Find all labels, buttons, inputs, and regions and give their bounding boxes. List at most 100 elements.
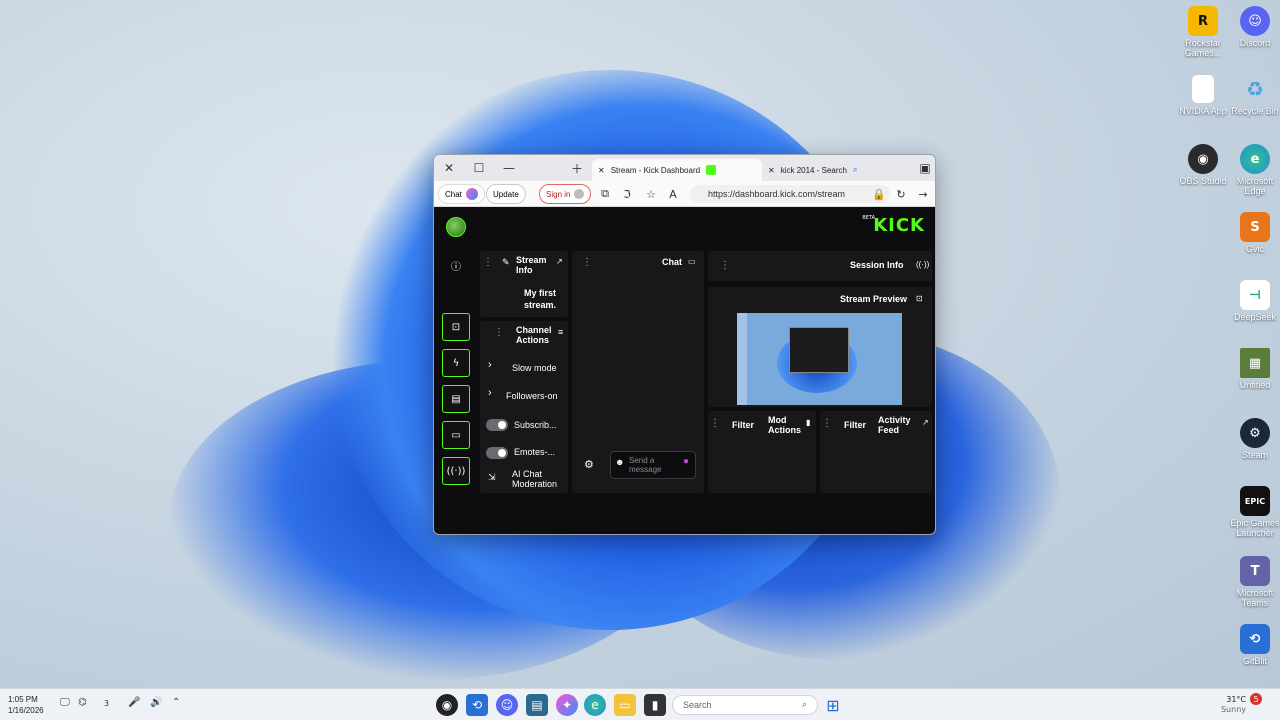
desktop: ☺ Discord R Rockstar Games... ♻ Recycle … (0, 0, 1280, 688)
desktop-icon-deepseek[interactable]: ⊣ DeepSeek (1225, 280, 1280, 322)
desktop-icon-steam[interactable]: ⚙ Steam (1225, 418, 1280, 460)
clock[interactable]: 1:05 PM 1/16/2026 (8, 694, 44, 716)
menu-dots-icon[interactable]: ⋮ (582, 257, 592, 268)
desktop-icon-obs[interactable]: ◉ OBS Studio (1173, 144, 1233, 186)
emoji-icon[interactable]: ☻ (615, 458, 624, 467)
document-icon[interactable]: ▤ (442, 385, 470, 413)
subscribers-toggle[interactable] (486, 419, 508, 431)
mod-actions-panel: ⋮ Filter Mod Actions ▮ (708, 411, 816, 493)
new-tab-button[interactable]: ＋ (562, 155, 592, 181)
taskbar-app-gitblit[interactable]: ⟲ (466, 694, 488, 716)
favorites-icon[interactable]: ☆ (642, 185, 660, 203)
desktop-icon-recycle-bin[interactable]: ♻ Recycle Bin (1225, 74, 1280, 116)
close-tab-icon[interactable]: ✕ (598, 166, 605, 175)
taskbar-app-store[interactable]: ▤ (526, 694, 548, 716)
broadcast-icon[interactable]: ((·)) (442, 457, 470, 485)
teams-icon: T (1240, 556, 1270, 586)
taskbar-app-terminal[interactable]: ▮ (644, 694, 666, 716)
maximize-window-button[interactable]: ☐ (464, 155, 494, 181)
network-icon[interactable]: ⌬ (78, 697, 87, 708)
tab-bar: ✕ ☐ — ＋ ✕ Stream - Kick Dashboard ✕ kick… (434, 155, 935, 181)
menu-dots-icon[interactable]: ⋮ (822, 418, 832, 429)
refresh-icon[interactable]: ↻ (892, 185, 910, 203)
taskbar: 1:05 PM 1/16/2026 🖵 ⌬ 3 🎤 🔊 ⌃ ◉ ⟲ ☺ ▤ ✦ … (0, 688, 1280, 720)
menu-dots-icon[interactable]: ⋮ (494, 327, 504, 338)
channel-actions-panel: ⋮ Channel Actions ≡ › Slow mode › Follow… (480, 321, 568, 493)
menu-dots-icon[interactable]: ⋮ (710, 418, 720, 429)
taskbar-search[interactable]: Search ⌕ (672, 695, 818, 715)
desktop-icon-nvidia[interactable]: NVIDIA App (1173, 74, 1233, 116)
desktop-icon-rockstar[interactable]: R Rockstar Games... (1173, 6, 1233, 58)
close-tab-icon[interactable]: ✕ (768, 166, 775, 175)
chevron-up-icon[interactable]: ⌃ (172, 697, 180, 708)
taskbar-app-copilot[interactable]: ✦ (556, 694, 578, 716)
edit-icon[interactable]: ✎ (502, 257, 510, 268)
pin-icon: ↗ (922, 418, 929, 427)
start-button[interactable]: ⊞ (822, 694, 844, 716)
back-icon[interactable]: → (914, 185, 932, 203)
taskbar-app-edge[interactable]: e (584, 694, 606, 716)
menu-dots-icon[interactable]: ⋮ (483, 257, 493, 268)
browser-window: ✕ ☐ — ＋ ✕ Stream - Kick Dashboard ✕ kick… (433, 154, 936, 535)
read-aloud-icon[interactable]: A (664, 185, 682, 203)
session-info-panel: ⋮ Session Info ((·)) (708, 251, 932, 281)
desktop-icon-epic-games[interactable]: EPIC Epic Games Launcher (1225, 486, 1280, 538)
activity-feed-panel: ⋮ Filter Activity Feed ↗ (820, 411, 932, 493)
taskbar-app-obs[interactable]: ◉ (436, 694, 458, 716)
microphone-icon[interactable]: 🎤 (128, 697, 140, 708)
taskbar-app-explorer[interactable]: ▭ (614, 694, 636, 716)
preview-icon[interactable]: ⊡ (442, 313, 470, 341)
menu-dots-icon[interactable]: ⋮ (720, 260, 730, 271)
tab-actions-icon[interactable]: ▣ (910, 155, 935, 181)
extensions-icon[interactable]: ⧉ (596, 185, 614, 203)
copilot-icon (465, 188, 478, 200)
desktop-icon-gvlc[interactable]: S Gvlc (1225, 212, 1280, 254)
chevron-icon: › (488, 387, 492, 399)
deepseek-icon: ⊣ (1240, 280, 1270, 310)
weather-widget[interactable]: 31°C Sunny (1206, 695, 1246, 715)
lightning-icon[interactable]: ϟ (442, 349, 470, 377)
tab-kick-dashboard[interactable]: ✕ Stream - Kick Dashboard (592, 159, 762, 181)
profile-icon (574, 189, 585, 199)
recycle-bin-icon: ♻ (1246, 77, 1264, 101)
minimize-window-button[interactable]: — (494, 155, 524, 181)
external-link-icon: ⇲ (488, 472, 496, 482)
chat-button[interactable]: Chat (438, 184, 485, 204)
desktop-icon-discord[interactable]: ☺ Discord (1225, 6, 1280, 48)
desktop-icon-gitblit[interactable]: ⟲ GitBlit (1225, 624, 1280, 666)
epic-games-icon: EPIC (1240, 486, 1270, 516)
microphone-icon[interactable]: ● (683, 457, 689, 467)
chevron-icon: › (488, 359, 492, 371)
chat-icon[interactable]: ▭ (442, 421, 470, 449)
chat-icon: ▭ (688, 257, 696, 266)
desktop-icon-teams[interactable]: T Microsoft Teams (1225, 556, 1280, 608)
tab-search[interactable]: ✕ kick 2014 - Search ⌕ (762, 159, 912, 181)
preview-window (789, 327, 849, 373)
settings-gear-icon[interactable]: ⚙ (584, 458, 594, 471)
kick-logo[interactable]: KICK (873, 215, 925, 236)
notification-count-icon: 5 (1250, 693, 1262, 705)
pin-icon[interactable]: ↗ (556, 257, 563, 266)
stream-preview-video[interactable] (737, 313, 902, 405)
desktop-icon-untitled[interactable]: ▦ Untitled (1225, 348, 1280, 390)
monitor-icon[interactable]: 🖵 (60, 697, 70, 708)
taskbar-app-discord[interactable]: ☺ (496, 694, 518, 716)
address-bar: Chat Update Sign in ⧉ ℑ ☆ A https://dash… (434, 181, 935, 207)
shield-icon: ▮ (806, 418, 811, 427)
edge-icon: e (1240, 144, 1270, 174)
notification-badge[interactable]: 3 (104, 699, 109, 708)
emotes-toggle[interactable] (486, 447, 508, 459)
stream-title: My first stream. (524, 288, 557, 310)
url-field[interactable]: https://dashboard.kick.com/stream (690, 185, 890, 203)
collections-icon[interactable]: ℑ (618, 185, 636, 203)
volume-icon[interactable]: 🔊 (150, 697, 162, 708)
info-icon[interactable]: ⓘ (442, 251, 470, 279)
update-button[interactable]: Update (486, 184, 526, 204)
chat-message-input[interactable]: ☻ Send a message ● (610, 451, 696, 479)
sign-in-button[interactable]: Sign in (539, 184, 592, 204)
desktop-icon-edge[interactable]: e Microsoft Edge (1225, 144, 1280, 196)
list-icon: ≡ (558, 327, 564, 337)
avatar[interactable] (446, 217, 466, 237)
file-icon (1191, 74, 1215, 104)
close-window-button[interactable]: ✕ (434, 155, 464, 181)
